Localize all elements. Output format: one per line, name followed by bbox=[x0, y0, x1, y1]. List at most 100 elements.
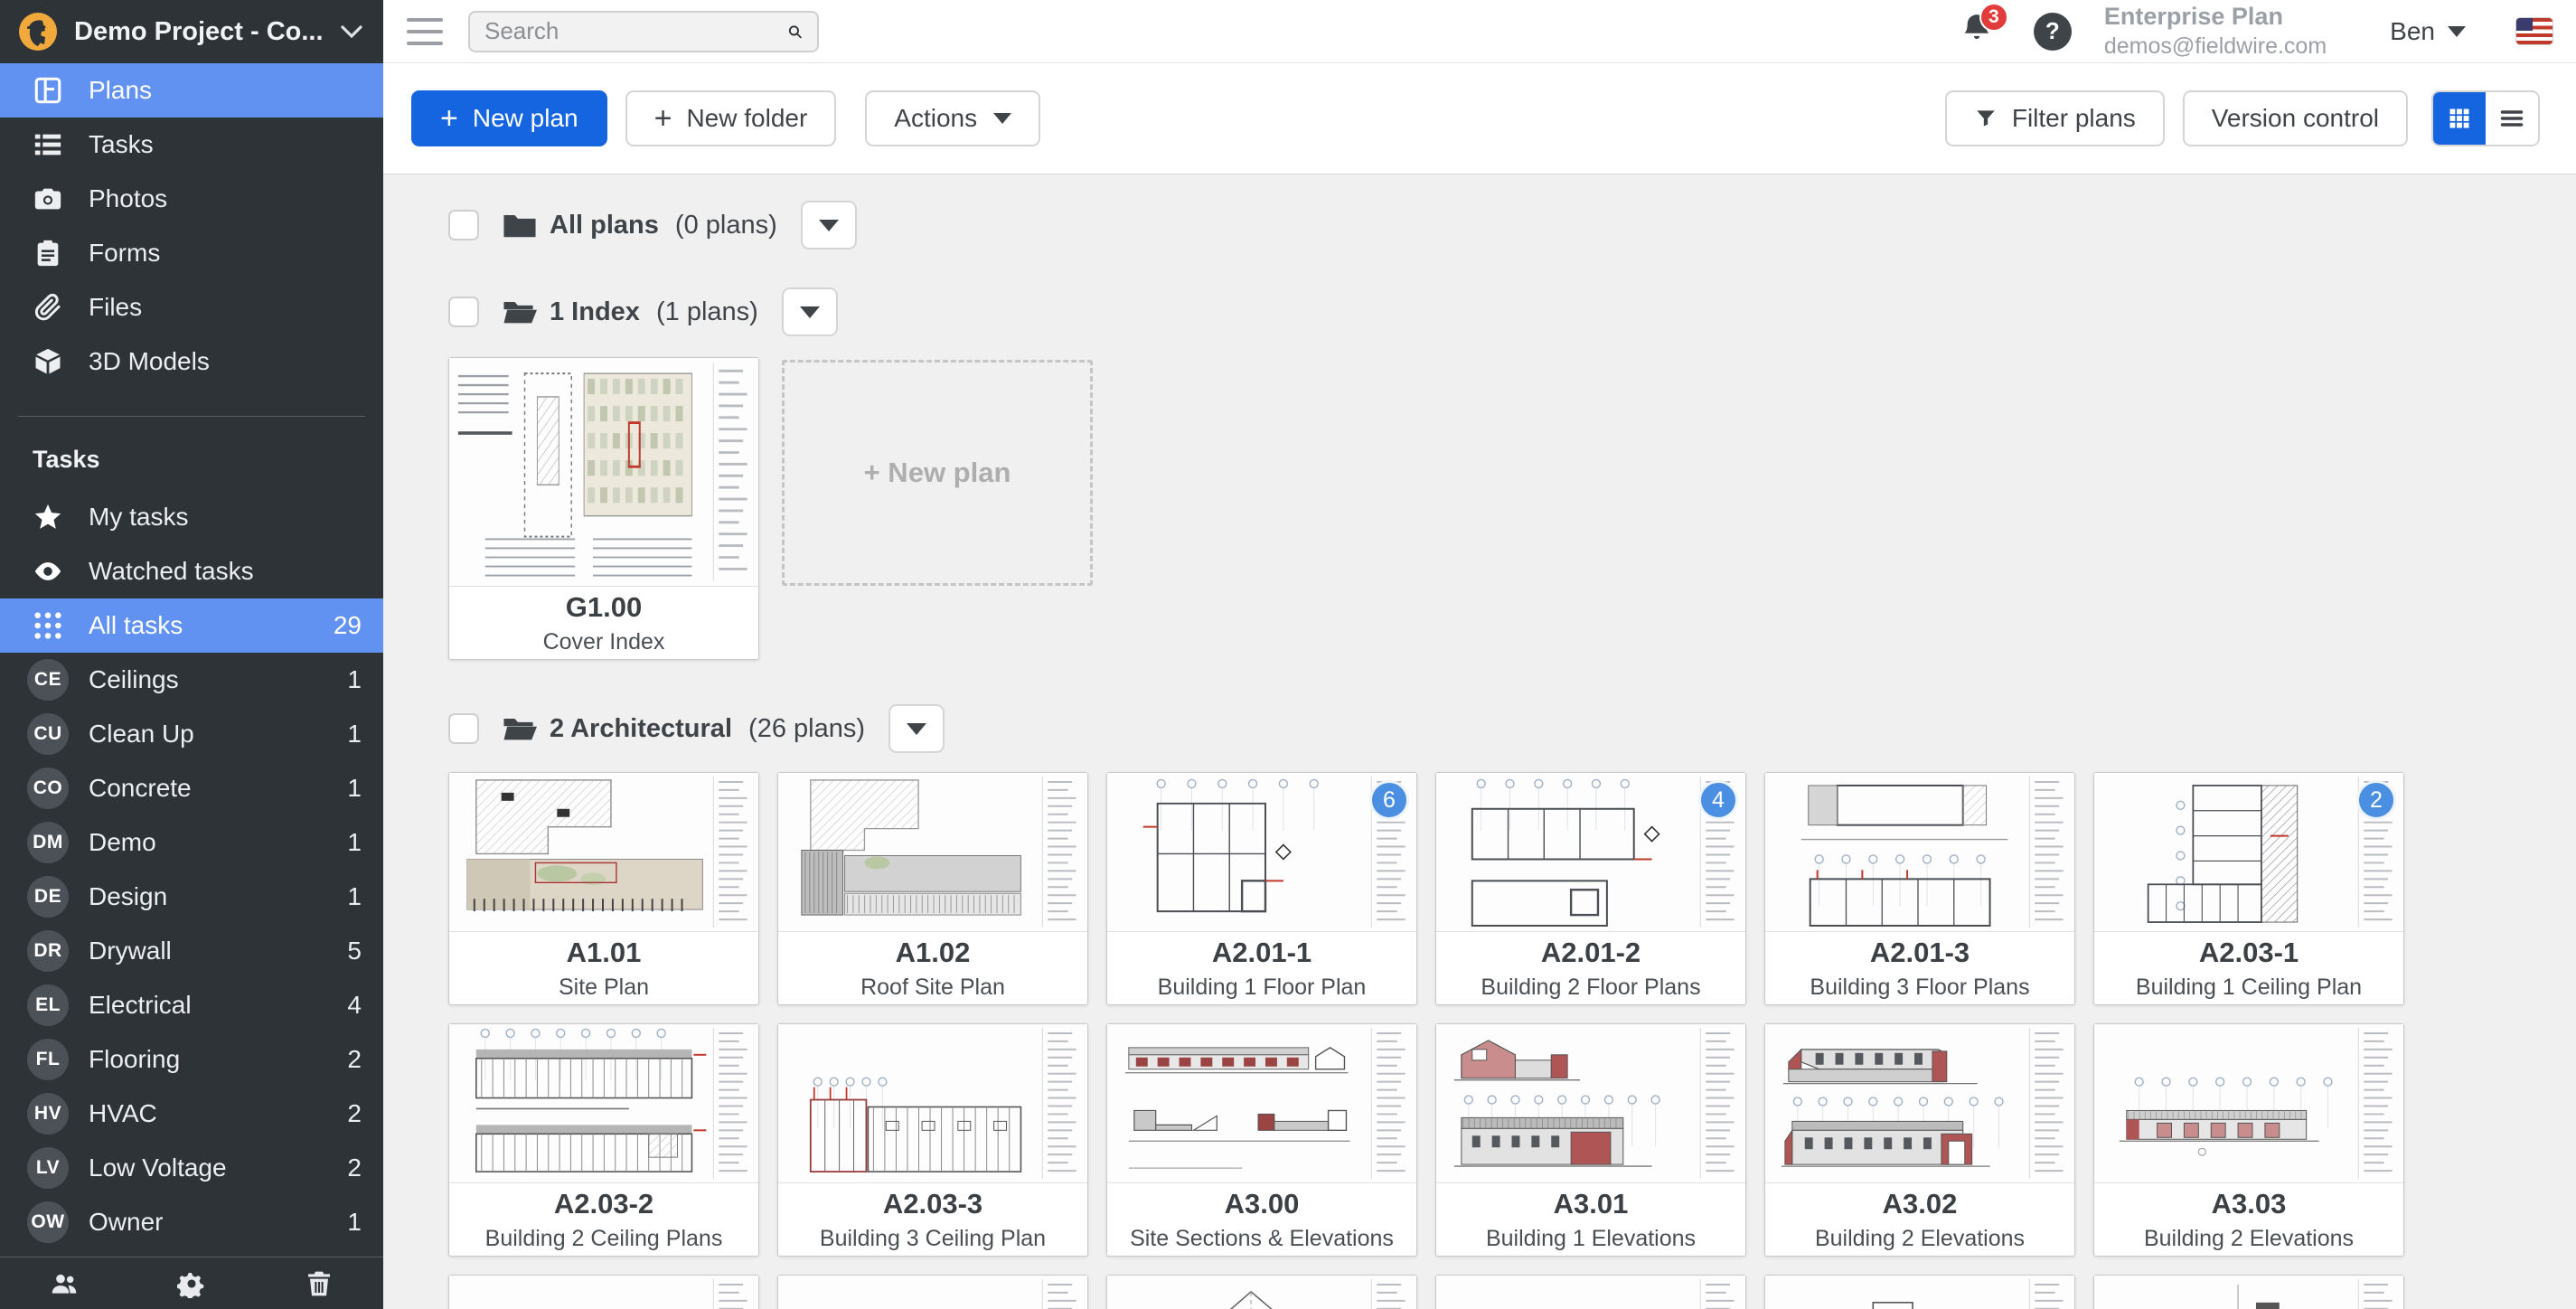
plan-card[interactable]: A3.03 Building 2 Elevations bbox=[2093, 1023, 2404, 1257]
trade-avatar: DM bbox=[27, 822, 69, 863]
project-switcher[interactable]: Demo Project - Co... bbox=[0, 0, 383, 63]
sidebar-item-models[interactable]: 3D Models bbox=[0, 334, 383, 389]
plan-card[interactable] bbox=[448, 1275, 759, 1309]
search-input[interactable] bbox=[484, 17, 787, 45]
menu-icon[interactable] bbox=[407, 18, 443, 45]
plan-code: A3.02 bbox=[1883, 1188, 1958, 1220]
main-area: 3 ? Enterprise Plan demos@fieldwire.com … bbox=[383, 0, 2576, 1309]
chevron-down-icon bbox=[907, 723, 926, 735]
trade-row[interactable]: FL Flooring 2 bbox=[0, 1032, 383, 1087]
folder-menu-button[interactable] bbox=[782, 287, 838, 336]
plan-card[interactable]: A3.00 Site Sections & Elevations bbox=[1106, 1023, 1417, 1257]
help-button[interactable]: ? bbox=[2034, 13, 2072, 51]
plan-code: A1.01 bbox=[567, 937, 642, 969]
plan-card[interactable]: A2.03-3 Building 3 Ceiling Plan bbox=[777, 1023, 1088, 1257]
sidebar-item-all-tasks[interactable]: All tasks 29 bbox=[0, 598, 383, 653]
folder-name[interactable]: 1 Index bbox=[550, 297, 640, 327]
language-flag-icon[interactable] bbox=[2516, 18, 2552, 44]
grid-view-button[interactable] bbox=[2433, 92, 2486, 145]
folder-checkbox[interactable] bbox=[448, 713, 479, 744]
plan-card[interactable]: A2.01-3 Building 3 Floor Plans bbox=[1764, 772, 2075, 1005]
plan-code: A3.01 bbox=[1554, 1188, 1629, 1220]
actions-button[interactable]: Actions bbox=[865, 90, 1040, 146]
plan-card[interactable]: G1.00 Cover Index bbox=[448, 357, 759, 660]
trade-row[interactable]: EL Electrical 4 bbox=[0, 978, 383, 1032]
sidebar-item-my-tasks[interactable]: My tasks bbox=[0, 490, 383, 544]
deleted-items-button[interactable] bbox=[256, 1269, 383, 1298]
trade-label: Drywall bbox=[89, 937, 172, 965]
sidebar-item-plans[interactable]: Plans bbox=[0, 63, 383, 118]
plan-thumbnail: 2 bbox=[2094, 773, 2403, 932]
sidebar-item-forms[interactable]: Forms bbox=[0, 226, 383, 280]
plan-card[interactable]: A1.02 Roof Site Plan bbox=[777, 772, 1088, 1005]
sidebar-item-watched-tasks[interactable]: Watched tasks bbox=[0, 544, 383, 598]
folder-menu-button[interactable] bbox=[888, 704, 945, 753]
user-menu[interactable]: Ben bbox=[2390, 17, 2466, 46]
folder-row: 2 Architectural (26 plans) bbox=[448, 705, 2576, 752]
new-folder-button[interactable]: + New folder bbox=[625, 90, 837, 146]
trade-count: 1 bbox=[347, 1208, 362, 1237]
folder-checkbox[interactable] bbox=[448, 210, 479, 240]
plan-thumbnail bbox=[1436, 1024, 1745, 1183]
plan-card[interactable]: A3.02 Building 2 Elevations bbox=[1764, 1023, 2075, 1257]
plan-card[interactable]: A1.01 Site Plan bbox=[448, 772, 759, 1005]
plan-thumbnail bbox=[1107, 1024, 1416, 1183]
tasks-icon bbox=[33, 129, 63, 160]
new-plan-dropzone[interactable]: + New plan bbox=[782, 360, 1093, 586]
plan-card[interactable] bbox=[1106, 1275, 1417, 1309]
trade-row[interactable]: LV Low Voltage 2 bbox=[0, 1141, 383, 1195]
plan-card[interactable] bbox=[2093, 1275, 2404, 1309]
trade-row[interactable]: DM Demo 1 bbox=[0, 815, 383, 870]
plan-thumbnail bbox=[778, 773, 1087, 932]
folder-menu-button[interactable] bbox=[801, 201, 857, 250]
trade-row[interactable]: CO Concrete 1 bbox=[0, 761, 383, 815]
sidebar-item-photos[interactable]: Photos bbox=[0, 172, 383, 226]
search-icon[interactable] bbox=[787, 18, 803, 45]
plan-card[interactable]: A3.01 Building 1 Elevations bbox=[1435, 1023, 1746, 1257]
project-settings-button[interactable] bbox=[127, 1269, 255, 1298]
folder-name[interactable]: 2 Architectural bbox=[550, 714, 732, 744]
plan-card[interactable]: A2.03-2 Building 2 Ceiling Plans bbox=[448, 1023, 759, 1257]
folder-checkbox[interactable] bbox=[448, 297, 479, 327]
folder-name[interactable]: All plans bbox=[550, 211, 659, 240]
list-view-button[interactable] bbox=[2486, 92, 2538, 145]
trade-row[interactable]: OW Owner 1 bbox=[0, 1195, 383, 1249]
plan-thumbnail bbox=[778, 1024, 1087, 1183]
folder-icon bbox=[503, 297, 537, 327]
version-control-button[interactable]: Version control bbox=[2183, 90, 2408, 146]
plan-card[interactable]: 6 A2.01-1 Building 1 Floor Plan bbox=[1106, 772, 1417, 1005]
trade-avatar: EL bbox=[27, 984, 69, 1026]
plans-icon bbox=[33, 75, 63, 106]
notifications-button[interactable]: 3 bbox=[1960, 12, 1994, 51]
trade-count: 1 bbox=[347, 774, 362, 803]
plan-card[interactable] bbox=[777, 1275, 1088, 1309]
plan-thumbnail bbox=[1765, 773, 2074, 932]
plan-card[interactable] bbox=[1764, 1275, 2075, 1309]
plan-card[interactable] bbox=[1435, 1275, 1746, 1309]
plan-name: Building 3 Ceiling Plan bbox=[820, 1226, 1046, 1252]
photos-icon bbox=[33, 184, 63, 214]
plan-thumbnail bbox=[2094, 1024, 2403, 1183]
plan-meta: A2.03-2 Building 2 Ceiling Plans bbox=[449, 1183, 758, 1256]
plan-card[interactable]: 4 A2.01-2 Building 2 Floor Plans bbox=[1435, 772, 1746, 1005]
plan-card[interactable]: 2 A2.03-1 Building 1 Ceiling Plan bbox=[2093, 772, 2404, 1005]
plan-thumbnail bbox=[449, 773, 758, 932]
plan-name: Building 2 Floor Plans bbox=[1481, 975, 1700, 1001]
new-plan-button[interactable]: + New plan bbox=[411, 90, 607, 146]
plan-thumbnail bbox=[1765, 1276, 2074, 1309]
trade-row[interactable]: HV HVAC 2 bbox=[0, 1087, 383, 1141]
sidebar-item-files[interactable]: Files bbox=[0, 280, 383, 334]
trade-row[interactable]: DR Drywall 5 bbox=[0, 924, 383, 978]
trade-row[interactable]: CU Clean Up 1 bbox=[0, 707, 383, 761]
sidebar-item-tasks[interactable]: Tasks bbox=[0, 118, 383, 172]
trade-row[interactable]: CE Ceilings 1 bbox=[0, 653, 383, 707]
chevron-down-icon bbox=[2448, 26, 2466, 37]
trade-avatar: CE bbox=[27, 659, 69, 701]
trade-row[interactable]: DE Design 1 bbox=[0, 870, 383, 924]
manage-users-button[interactable] bbox=[0, 1269, 127, 1298]
folder-plan-count: (26 plans) bbox=[741, 714, 865, 744]
filter-plans-button[interactable]: Filter plans bbox=[1945, 90, 2165, 146]
sidebar-item-label: Watched tasks bbox=[89, 557, 254, 586]
plan-name: Building 2 Ceiling Plans bbox=[485, 1226, 723, 1252]
plan-meta: A2.03-3 Building 3 Ceiling Plan bbox=[778, 1183, 1087, 1256]
